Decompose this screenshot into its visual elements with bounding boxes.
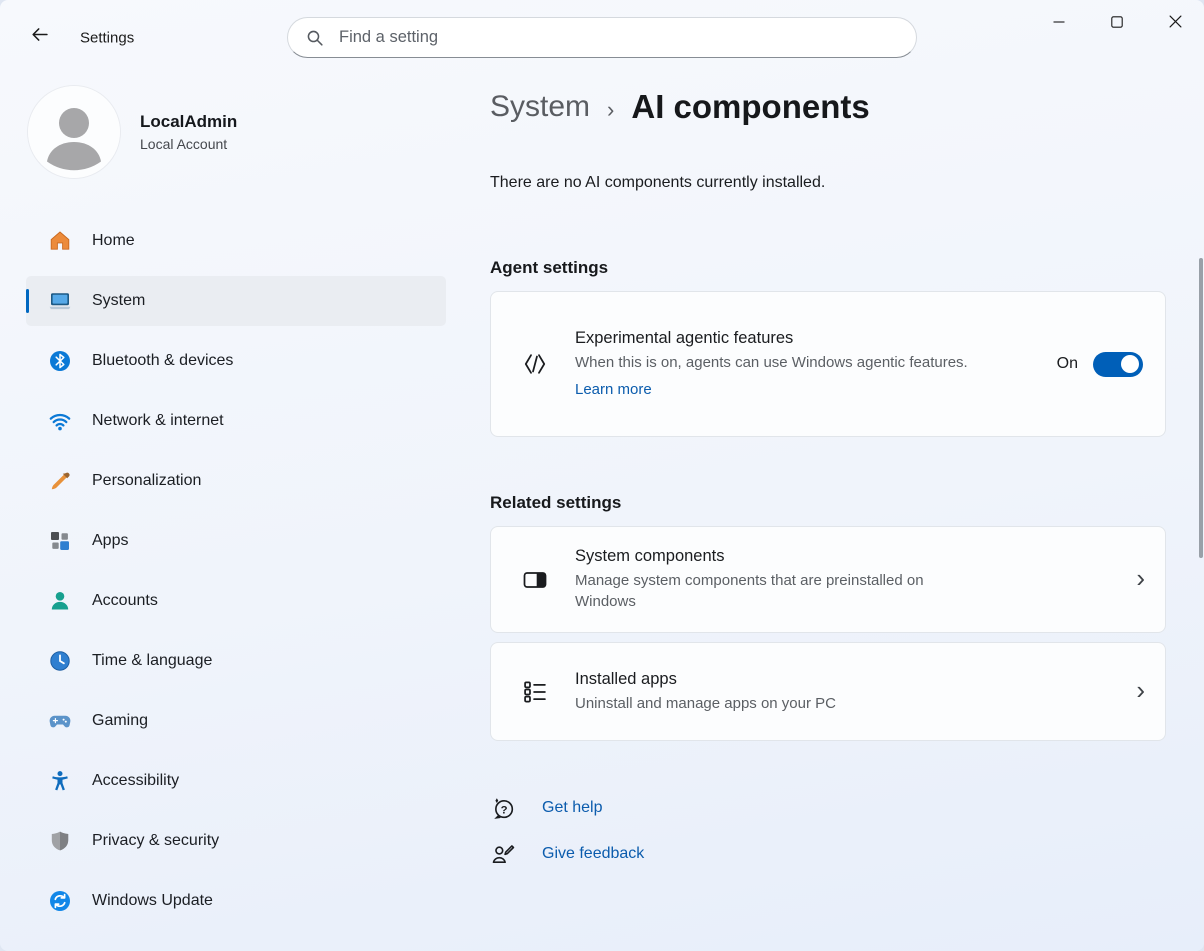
breadcrumb-parent[interactable]: System: [490, 90, 590, 124]
sidebar-item-label: Personalization: [92, 472, 201, 490]
user-info: LocalAdmin Local Account: [140, 112, 237, 152]
maximize-button[interactable]: [1088, 0, 1146, 48]
get-help-icon: ?: [490, 795, 516, 821]
give-feedback-icon: [490, 841, 516, 867]
person-silhouette-icon: [28, 165, 120, 178]
agentic-features-icon: [521, 350, 549, 378]
personalization-icon: [48, 469, 72, 493]
minimize-button[interactable]: [1030, 0, 1088, 48]
system-components-description: Manage system components that are preins…: [575, 571, 980, 612]
sidebar-item-label: Apps: [92, 532, 128, 550]
agentic-features-title: Experimental agentic features: [575, 329, 1041, 348]
sidebar-item-accessibility[interactable]: Accessibility: [26, 756, 446, 806]
sidebar-item-time-language[interactable]: Time & language: [26, 636, 446, 686]
give-feedback-link[interactable]: Give feedback: [542, 845, 644, 863]
get-help-link[interactable]: Get help: [542, 799, 602, 817]
toggle-state-label: On: [1057, 355, 1078, 373]
user-block[interactable]: LocalAdmin Local Account: [28, 86, 466, 178]
gaming-icon: [48, 709, 72, 733]
agent-settings-heading: Agent settings: [490, 258, 1166, 278]
search-input[interactable]: [337, 27, 898, 48]
installed-apps-icon: [521, 678, 549, 706]
sidebar-item-label: Gaming: [92, 712, 148, 730]
back-arrow-icon: [30, 25, 49, 49]
sidebar-item-bluetooth-devices[interactable]: Bluetooth & devices: [26, 336, 446, 386]
agentic-features-description: When this is on, agents can use Windows …: [575, 353, 980, 374]
home-icon: [48, 229, 72, 253]
installed-apps-text: Installed apps Uninstall and manage apps…: [575, 670, 1122, 715]
footer-links: ? Get help Give feedback: [490, 795, 1166, 867]
toggle-knob: [1121, 355, 1139, 373]
accessibility-icon: [48, 769, 72, 793]
network-icon: [48, 409, 72, 433]
titlebar: Settings: [0, 0, 1204, 56]
system-components-card[interactable]: System components Manage system componen…: [490, 526, 1166, 633]
bluetooth-icon: [48, 349, 72, 373]
sidebar-item-label: Windows Update: [92, 892, 213, 910]
sidebar-item-label: System: [92, 292, 145, 310]
settings-window: Settings: [0, 0, 1204, 951]
sidebar-item-label: Privacy & security: [92, 832, 219, 850]
toggle-area: On: [1057, 352, 1143, 377]
privacy-security-icon: [48, 829, 72, 853]
agentic-features-toggle[interactable]: [1093, 352, 1143, 377]
scrollbar[interactable]: [1199, 258, 1203, 558]
main-content: System › AI components There are no AI c…: [490, 56, 1166, 887]
time-language-icon: [48, 649, 72, 673]
sidebar-item-home[interactable]: Home: [26, 216, 446, 266]
sidebar-item-gaming[interactable]: Gaming: [26, 696, 446, 746]
accounts-icon: [48, 589, 72, 613]
search-icon: [306, 29, 324, 47]
chevron-right-icon: ›: [1136, 565, 1145, 595]
learn-more-link[interactable]: Learn more: [575, 381, 652, 398]
sidebar-item-accounts[interactable]: Accounts: [26, 576, 446, 626]
breadcrumb: System › AI components: [490, 88, 1166, 126]
empty-state-message: There are no AI components currently ins…: [490, 174, 1166, 192]
search-box[interactable]: [287, 17, 917, 58]
agentic-features-card: Experimental agentic features When this …: [490, 291, 1166, 437]
sidebar-item-label: Bluetooth & devices: [92, 352, 233, 370]
sidebar-item-label: Network & internet: [92, 412, 224, 430]
sidebar-item-privacy-security[interactable]: Privacy & security: [26, 816, 446, 866]
installed-apps-card[interactable]: Installed apps Uninstall and manage apps…: [490, 642, 1166, 741]
svg-text:?: ?: [501, 805, 508, 817]
windows-update-icon: [48, 889, 72, 913]
installed-apps-description: Uninstall and manage apps on your PC: [575, 694, 980, 715]
sidebar-item-label: Accounts: [92, 592, 158, 610]
sidebar-item-label: Home: [92, 232, 135, 250]
window-controls: [1030, 0, 1204, 48]
sidebar-item-windows-update[interactable]: Windows Update: [26, 876, 446, 926]
page-title: AI components: [631, 88, 869, 126]
installed-apps-title: Installed apps: [575, 670, 1122, 689]
apps-icon: [48, 529, 72, 553]
minimize-icon: [1053, 15, 1065, 33]
close-icon: [1169, 15, 1182, 33]
sidebar-nav: Home System Bluetooth & devices Network …: [0, 216, 466, 926]
sidebar-item-label: Time & language: [92, 652, 212, 670]
system-components-text: System components Manage system componen…: [575, 547, 1122, 612]
agentic-features-text: Experimental agentic features When this …: [575, 329, 1041, 400]
sidebar: LocalAdmin Local Account Home System: [0, 56, 466, 951]
system-components-title: System components: [575, 547, 1122, 566]
sidebar-item-label: Accessibility: [92, 772, 179, 790]
related-settings-heading: Related settings: [490, 493, 1166, 513]
get-help-row[interactable]: ? Get help: [490, 795, 1166, 821]
sidebar-item-apps[interactable]: Apps: [26, 516, 446, 566]
sidebar-item-personalization[interactable]: Personalization: [26, 456, 446, 506]
app-title: Settings: [80, 30, 134, 47]
give-feedback-row[interactable]: Give feedback: [490, 841, 1166, 867]
chevron-right-icon: ›: [1136, 677, 1145, 707]
sidebar-item-system[interactable]: System: [26, 276, 446, 326]
breadcrumb-chevron-icon: ›: [607, 92, 614, 123]
close-button[interactable]: [1146, 0, 1204, 48]
maximize-icon: [1111, 15, 1123, 33]
user-name: LocalAdmin: [140, 112, 237, 132]
avatar: [28, 86, 120, 178]
back-button[interactable]: [22, 20, 56, 54]
system-icon: [48, 289, 72, 313]
system-components-icon: [521, 566, 549, 594]
user-account-type: Local Account: [140, 136, 237, 152]
sidebar-item-network-internet[interactable]: Network & internet: [26, 396, 446, 446]
